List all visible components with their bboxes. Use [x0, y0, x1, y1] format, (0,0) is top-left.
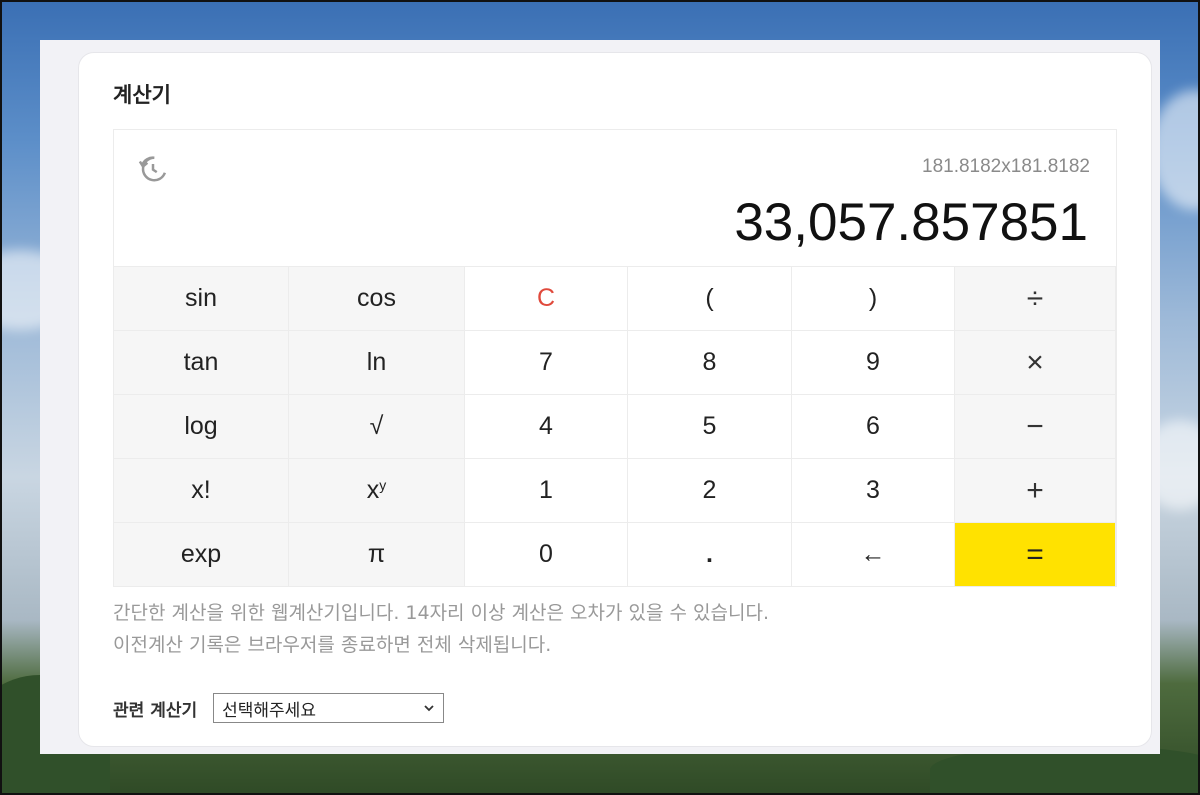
- power-exponent: y: [379, 476, 387, 493]
- related-label: 관련 계산기: [113, 700, 198, 721]
- related-select-value: 선택해주세요: [222, 700, 316, 721]
- right-paren-button[interactable]: ): [792, 266, 955, 330]
- decimal-point-button[interactable]: .: [628, 522, 792, 586]
- backspace-button[interactable]: ←: [792, 522, 955, 586]
- power-base: x: [366, 476, 380, 504]
- tan-button[interactable]: tan: [114, 330, 289, 394]
- digit-1-button[interactable]: 1: [465, 458, 628, 522]
- digit-8-button[interactable]: 8: [628, 330, 792, 394]
- multiply-button[interactable]: ×: [955, 330, 1116, 394]
- related-calculators: 관련 계산기 선택해주세요: [113, 693, 445, 723]
- minus-button[interactable]: −: [955, 394, 1116, 458]
- exp-button[interactable]: exp: [114, 522, 289, 586]
- digit-6-button[interactable]: 6: [792, 394, 955, 458]
- ln-button[interactable]: ln: [289, 330, 465, 394]
- history-icon[interactable]: [138, 154, 168, 184]
- power-button[interactable]: xy: [289, 458, 465, 522]
- notice-line-1: 간단한 계산을 위한 웹계산기입니다. 14자리 이상 계산은 오차가 있을 수…: [113, 602, 770, 624]
- content-panel: 계산기 181.8182x181.8182 33,057.857851 sin …: [40, 40, 1160, 754]
- cos-button[interactable]: cos: [289, 266, 465, 330]
- divide-button[interactable]: ÷: [955, 266, 1116, 330]
- clear-button[interactable]: C: [465, 266, 628, 330]
- plus-button[interactable]: +: [955, 458, 1116, 522]
- digit-5-button[interactable]: 5: [628, 394, 792, 458]
- sin-button[interactable]: sin: [114, 266, 289, 330]
- calculator-card: 계산기 181.8182x181.8182 33,057.857851 sin …: [78, 52, 1152, 747]
- left-paren-button[interactable]: (: [628, 266, 792, 330]
- page-title: 계산기: [113, 83, 171, 107]
- chevron-down-icon: [424, 705, 434, 712]
- notice-line-2: 이전계산 기록은 브라우저를 종료하면 전체 삭제됩니다.: [113, 634, 552, 656]
- calculator-display: 181.8182x181.8182 33,057.857851: [114, 130, 1116, 266]
- digit-4-button[interactable]: 4: [465, 394, 628, 458]
- equals-button[interactable]: =: [955, 522, 1116, 586]
- pi-button[interactable]: π: [289, 522, 465, 586]
- notice-text: 간단한 계산을 위한 웹계산기입니다. 14자리 이상 계산은 오차가 있을 수…: [113, 597, 769, 661]
- digit-2-button[interactable]: 2: [628, 458, 792, 522]
- calculator: 181.8182x181.8182 33,057.857851 sin cos …: [113, 129, 1117, 587]
- digit-9-button[interactable]: 9: [792, 330, 955, 394]
- digit-3-button[interactable]: 3: [792, 458, 955, 522]
- related-calculator-select[interactable]: 선택해주세요: [213, 693, 445, 723]
- digit-0-button[interactable]: 0: [465, 522, 628, 586]
- expression-text: 181.8182x181.8182: [922, 156, 1090, 177]
- factorial-button[interactable]: x!: [114, 458, 289, 522]
- log-button[interactable]: log: [114, 394, 289, 458]
- digit-7-button[interactable]: 7: [465, 330, 628, 394]
- result-text: 33,057.857851: [734, 193, 1088, 252]
- keypad: sin cos C ( ) ÷ tan ln 7 8 9 × log √ 4 5…: [114, 266, 1116, 586]
- sqrt-button[interactable]: √: [289, 394, 465, 458]
